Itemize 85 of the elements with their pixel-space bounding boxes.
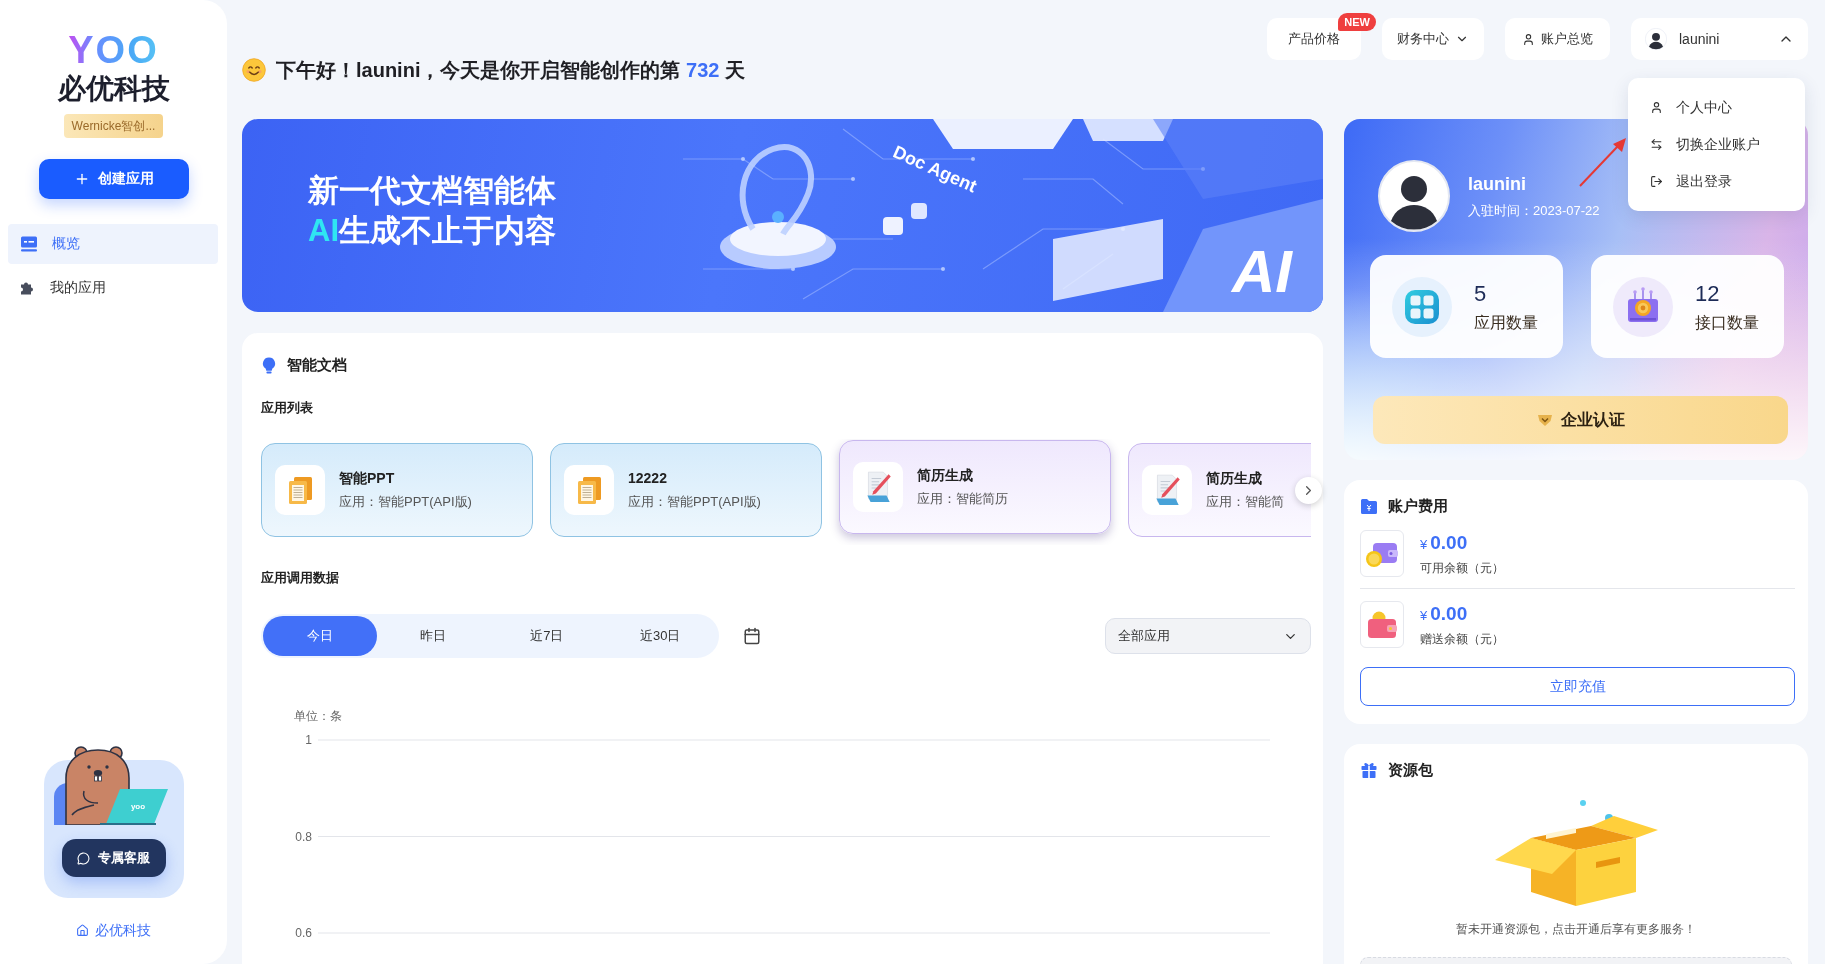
resume-icon — [853, 462, 903, 512]
annotation-arrow — [1578, 136, 1628, 188]
app-card[interactable]: 12222 应用：智能PPT(API版) — [550, 443, 822, 537]
brand-name: 必优科技 — [57, 72, 170, 106]
banner-title: 新一代文档智能体 — [308, 172, 556, 210]
avatar-icon — [1378, 160, 1450, 232]
folder-icon — [1360, 497, 1378, 515]
calendar-icon[interactable] — [743, 627, 761, 645]
axis-tick-label: 0.6 — [295, 926, 312, 940]
app-name: 智能PPT — [339, 469, 396, 487]
axis-tick-label: 0.8 — [295, 829, 312, 844]
range-tab[interactable]: 近7日 — [490, 616, 604, 656]
axis-tick-label: 1 — [305, 733, 312, 747]
app-card[interactable]: 简历生成 应用：智能简历 — [839, 440, 1111, 534]
stat-label: 接口数量 — [1695, 312, 1759, 333]
smiley-icon — [242, 58, 266, 82]
menu-item[interactable]: 切换企业账户 — [1628, 126, 1805, 163]
app-type: 应用：智能PPT(API版) — [339, 493, 472, 511]
app-grid-icon — [1392, 276, 1452, 337]
stat-label: 应用数量 — [1474, 312, 1538, 333]
menu-button[interactable]: 财务中心 — [1382, 18, 1484, 60]
home-link[interactable]: 必优科技 — [76, 920, 151, 940]
user-icon — [1522, 32, 1535, 46]
subsection-title: 应用调用数据 — [261, 569, 339, 587]
join-date: 入驻时间：2023-07-22 — [1468, 203, 1600, 219]
section-title: 资源包 — [1388, 760, 1433, 780]
gift-icon — [1360, 761, 1378, 779]
screen-icon — [20, 236, 38, 252]
gear-monitor-icon — [1613, 276, 1673, 337]
range-tab[interactable]: 今日 — [263, 616, 377, 656]
app-select[interactable]: 全部应用 — [1105, 618, 1311, 654]
menu-item[interactable]: 退出登录 — [1628, 163, 1805, 200]
workspace-badge: Wernicke智创... — [63, 114, 164, 138]
shield-icon — [1536, 413, 1553, 427]
app-card[interactable]: 简历生成 应用：智能简 — [1128, 443, 1311, 537]
next-button[interactable] — [1295, 477, 1322, 504]
range-tab[interactable]: 近30日 — [603, 616, 717, 656]
laptop-logo-text: yoo — [130, 802, 145, 811]
app-type: 应用：智能PPT(API版) — [628, 493, 761, 511]
new-badge: NEW — [1338, 13, 1376, 31]
balance-amount: ¥0.00 — [1420, 531, 1468, 555]
user-icon — [1650, 101, 1663, 114]
greeting-text: 下午好！launini，今天是你开启智能创作的第 732 天 — [276, 58, 745, 83]
balance-label: 赠送余额（元） — [1420, 630, 1504, 647]
app-type: 应用：智能简 — [1206, 493, 1284, 511]
home-icon — [76, 923, 89, 937]
illustration-label: Doc Agent — [889, 141, 980, 198]
app-name: 12222 — [628, 469, 668, 487]
puzzle-icon — [20, 280, 36, 296]
document-icon — [564, 465, 614, 515]
app-type: 应用：智能简历 — [917, 490, 1008, 508]
subsection-title: 应用列表 — [261, 399, 313, 417]
nav-button[interactable]: 账户总览 — [1505, 18, 1610, 60]
section-title: 智能文档 — [287, 355, 347, 375]
user-menu-button[interactable]: launini — [1631, 18, 1808, 60]
app-card[interactable]: 智能PPT 应用：智能PPT(API版) — [261, 443, 533, 537]
app-name: 简历生成 — [1206, 469, 1263, 487]
logout-icon — [1650, 175, 1663, 188]
illustration-letters: AI — [1232, 239, 1292, 305]
range-tab[interactable]: 昨日 — [376, 616, 490, 656]
banner-subtitle: AI生成不止于内容 — [308, 212, 556, 250]
menu-item[interactable]: 个人中心 — [1628, 89, 1805, 126]
user-name: launini — [1468, 173, 1526, 195]
balance-label: 可用余额（元） — [1420, 559, 1504, 576]
section-title: 账户费用 — [1388, 496, 1448, 516]
sidebar-item[interactable]: 概览 — [8, 224, 218, 264]
sidebar-item[interactable]: 我的应用 — [8, 268, 218, 308]
stat-value: 5 — [1474, 280, 1487, 307]
resume-icon — [1142, 465, 1192, 515]
axis-unit-label: 单位：条 — [294, 708, 342, 724]
verify-button[interactable]: 企业认证 — [1373, 396, 1788, 444]
support-button[interactable]: 专属客服 — [61, 839, 166, 877]
recharge-button[interactable]: 立即充值 — [1360, 667, 1795, 706]
purse-icon — [1360, 601, 1404, 648]
balance-amount: ¥0.00 — [1420, 602, 1468, 626]
avatar-icon — [1645, 28, 1667, 50]
empty-state-text: 暂未开通资源包，点击开通后享有更多服务！ — [1456, 921, 1696, 938]
document-icon — [275, 465, 325, 515]
chat-bubble-icon — [77, 851, 90, 865]
stat-value: 12 — [1695, 280, 1720, 307]
swap-arrows-icon — [1650, 138, 1663, 151]
create-app-button[interactable]: 创建应用 — [38, 159, 189, 199]
purse-icon — [1360, 530, 1404, 577]
app-name: 简历生成 — [917, 466, 974, 484]
bulb-icon — [261, 356, 277, 374]
